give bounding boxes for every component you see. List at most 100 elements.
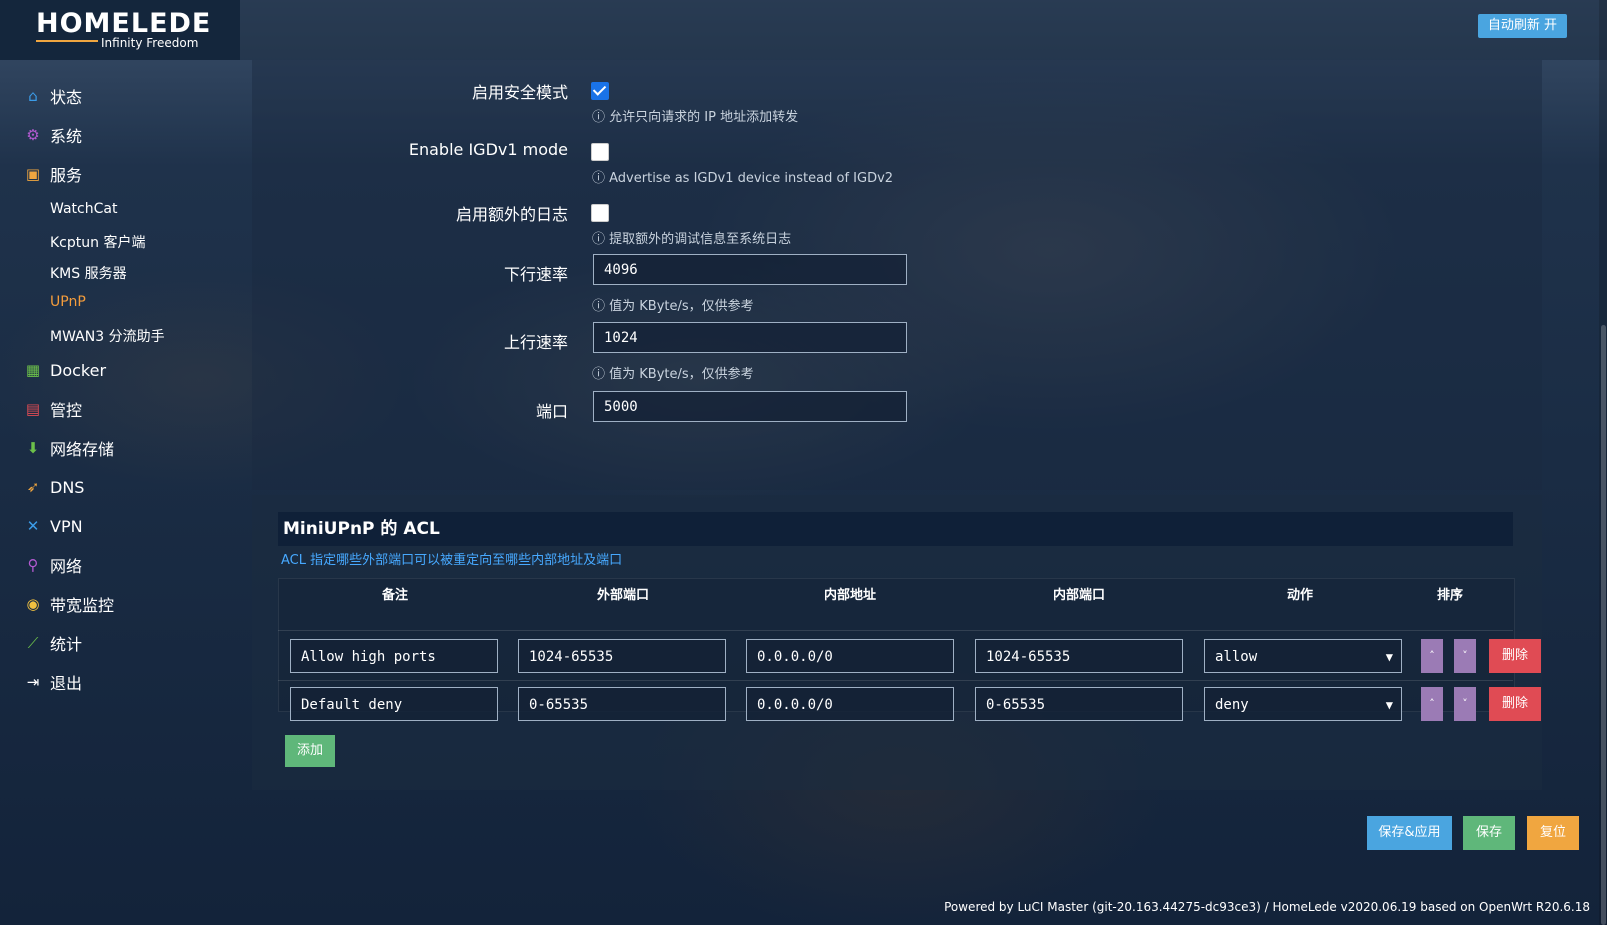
hint-text: 提取额外的调试信息至系统日志 <box>609 232 792 247</box>
vpn-icon: ✕ <box>26 517 40 535</box>
top-bar <box>0 0 1607 60</box>
sidebar-subitem-kms[interactable]: KMS 服务器 <box>50 263 127 283</box>
secure-mode-checkbox[interactable] <box>591 82 609 100</box>
table-divider <box>278 630 1513 631</box>
move-down-button[interactable]: ˅ <box>1454 639 1476 673</box>
sidebar-item-bandwidth[interactable]: ◉ 带宽监控 <box>24 589 114 619</box>
col-header-int-port: 内部端口 <box>1052 588 1105 603</box>
bandwidth-icon: ◉ <box>26 595 40 613</box>
storage-icon: ⬇ <box>26 439 40 457</box>
action-select-value: allow <box>1215 649 1258 665</box>
delete-button[interactable]: 删除 <box>1489 639 1541 673</box>
save-apply-button[interactable]: 保存&应用 <box>1367 816 1452 850</box>
help-icon: ⓘ <box>592 171 610 186</box>
sidebar-item-label: 统计 <box>50 635 83 654</box>
action-select[interactable]: deny ▼ <box>1204 687 1402 721</box>
sidebar-item-label: 状态 <box>50 88 83 107</box>
rocket-icon: ➶ <box>26 478 40 496</box>
hint-text: Advertise as IGDv1 device instead of IGD… <box>609 171 894 186</box>
logo[interactable]: HOMELEDE Infinity Freedom <box>0 0 240 60</box>
sidebar-subitem-upnp[interactable]: UPnP <box>50 294 86 310</box>
igdv1-checkbox[interactable] <box>591 143 609 161</box>
sidebar-item-system[interactable]: ⚙ 系统 <box>24 120 82 150</box>
network-icon: ⚲ <box>27 556 39 574</box>
help-icon: ⓘ <box>592 232 610 247</box>
move-down-button[interactable]: ˅ <box>1454 687 1476 721</box>
col-header-ext-port: 外部端口 <box>596 588 649 603</box>
acl-description: ACL 指定哪些外部端口可以被重定向至哪些内部地址及端口 <box>281 553 623 568</box>
delete-button[interactable]: 删除 <box>1489 687 1541 721</box>
sidebar-item-services[interactable]: ▣ 服务 <box>24 159 82 189</box>
sidebar-item-label: 带宽监控 <box>50 596 115 615</box>
upload-speed-hint: ⓘ 值为 KByte/s，仅供参考 <box>592 363 754 382</box>
port-input[interactable]: 5000 <box>593 391 907 422</box>
download-speed-input[interactable]: 4096 <box>593 254 907 285</box>
sidebar-item-label: 网络存储 <box>50 440 115 459</box>
hint-text: 值为 KByte/s，仅供参考 <box>609 367 754 382</box>
home-icon: ⌂ <box>28 87 38 105</box>
logout-icon: ⇥ <box>26 673 40 691</box>
sidebar-item-docker[interactable]: ▦ Docker <box>24 355 106 385</box>
help-icon: ⓘ <box>592 367 610 382</box>
hint-text: 允许只向请求的 IP 地址添加转发 <box>609 110 799 125</box>
secure-mode-label: 启用安全模式 <box>471 83 568 102</box>
sidebar-item-vpn[interactable]: ✕ VPN <box>24 511 83 541</box>
comment-input[interactable]: Default deny <box>290 687 498 721</box>
download-speed-hint: ⓘ 值为 KByte/s，仅供参考 <box>592 295 754 314</box>
save-button[interactable]: 保存 <box>1463 816 1515 850</box>
chevron-down-icon: ▼ <box>1385 698 1393 712</box>
table-divider <box>278 680 1513 681</box>
reset-button[interactable]: 复位 <box>1527 816 1579 850</box>
int-port-input[interactable]: 0-65535 <box>975 687 1183 721</box>
sidebar-item-network[interactable]: ⚲ 网络 <box>24 550 83 580</box>
int-port-input[interactable]: 1024-65535 <box>975 639 1183 673</box>
footer-powered-by: Powered by LuCI Master (git-20.163.44275… <box>944 900 1590 914</box>
calendar-icon: ▤ <box>25 400 41 418</box>
sidebar-item-nas[interactable]: ⬇ 网络存储 <box>24 433 114 463</box>
docker-icon: ▦ <box>25 361 41 379</box>
ext-port-input[interactable]: 1024-65535 <box>518 639 726 673</box>
secure-mode-hint: ⓘ 允许只向请求的 IP 地址添加转发 <box>592 106 798 125</box>
chart-icon: ⟋ <box>27 634 39 652</box>
sidebar-subitem-watchcat[interactable]: WatchCat <box>50 201 117 217</box>
move-up-button[interactable]: ˄ <box>1421 639 1443 673</box>
int-addr-input[interactable]: 0.0.0.0/0 <box>746 639 954 673</box>
sidebar-subitem-mwan3[interactable]: MWAN3 分流助手 <box>50 326 165 346</box>
sidebar-item-dns[interactable]: ➶ DNS <box>24 472 85 502</box>
sidebar-item-label: 系统 <box>50 127 83 146</box>
col-header-action: 动作 <box>1286 588 1313 603</box>
sidebar-item-control[interactable]: ▤ 管控 <box>24 394 82 424</box>
sidebar-item-logout[interactable]: ⇥ 退出 <box>24 667 82 697</box>
help-icon: ⓘ <box>592 110 610 125</box>
page-scrollbar[interactable] <box>1599 0 1607 925</box>
services-icon: ▣ <box>25 165 41 183</box>
sidebar-item-label: Docker <box>50 360 107 380</box>
sidebar-item-label: VPN <box>50 516 83 536</box>
sidebar-item-status[interactable]: ⌂ 状态 <box>24 81 82 111</box>
igdv1-label: Enable IGDv1 mode <box>408 140 568 159</box>
logo-tagline: Infinity Freedom <box>101 36 199 50</box>
chevron-down-icon: ▼ <box>1385 650 1393 664</box>
sidebar-subitem-kcptun[interactable]: Kcptun 客户端 <box>50 232 145 252</box>
auto-refresh-button[interactable]: 自动刷新 开 <box>1477 14 1567 38</box>
add-rule-button[interactable]: 添加 <box>285 735 335 767</box>
hint-text: 值为 KByte/s，仅供参考 <box>609 299 754 314</box>
int-addr-input[interactable]: 0.0.0.0/0 <box>746 687 954 721</box>
comment-input[interactable]: Allow high ports <box>290 639 498 673</box>
move-up-button[interactable]: ˄ <box>1421 687 1443 721</box>
sidebar-item-label: 服务 <box>50 166 83 185</box>
sidebar-item-label: 网络 <box>50 557 83 576</box>
action-select-value: deny <box>1215 697 1249 713</box>
sidebar-item-label: 管控 <box>50 401 83 420</box>
gear-icon: ⚙ <box>26 126 40 144</box>
upload-speed-input[interactable]: 1024 <box>593 322 907 353</box>
col-header-comment: 备注 <box>381 588 408 603</box>
ext-port-input[interactable]: 0-65535 <box>518 687 726 721</box>
sidebar-item-label: 退出 <box>50 674 83 693</box>
extra-log-checkbox[interactable] <box>591 204 609 222</box>
sidebar-item-stats[interactable]: ⟋ 统计 <box>24 628 82 658</box>
logo-underline <box>36 40 98 42</box>
help-icon: ⓘ <box>592 299 610 314</box>
scrollbar-thumb[interactable] <box>1601 325 1606 925</box>
action-select[interactable]: allow ▼ <box>1204 639 1402 673</box>
